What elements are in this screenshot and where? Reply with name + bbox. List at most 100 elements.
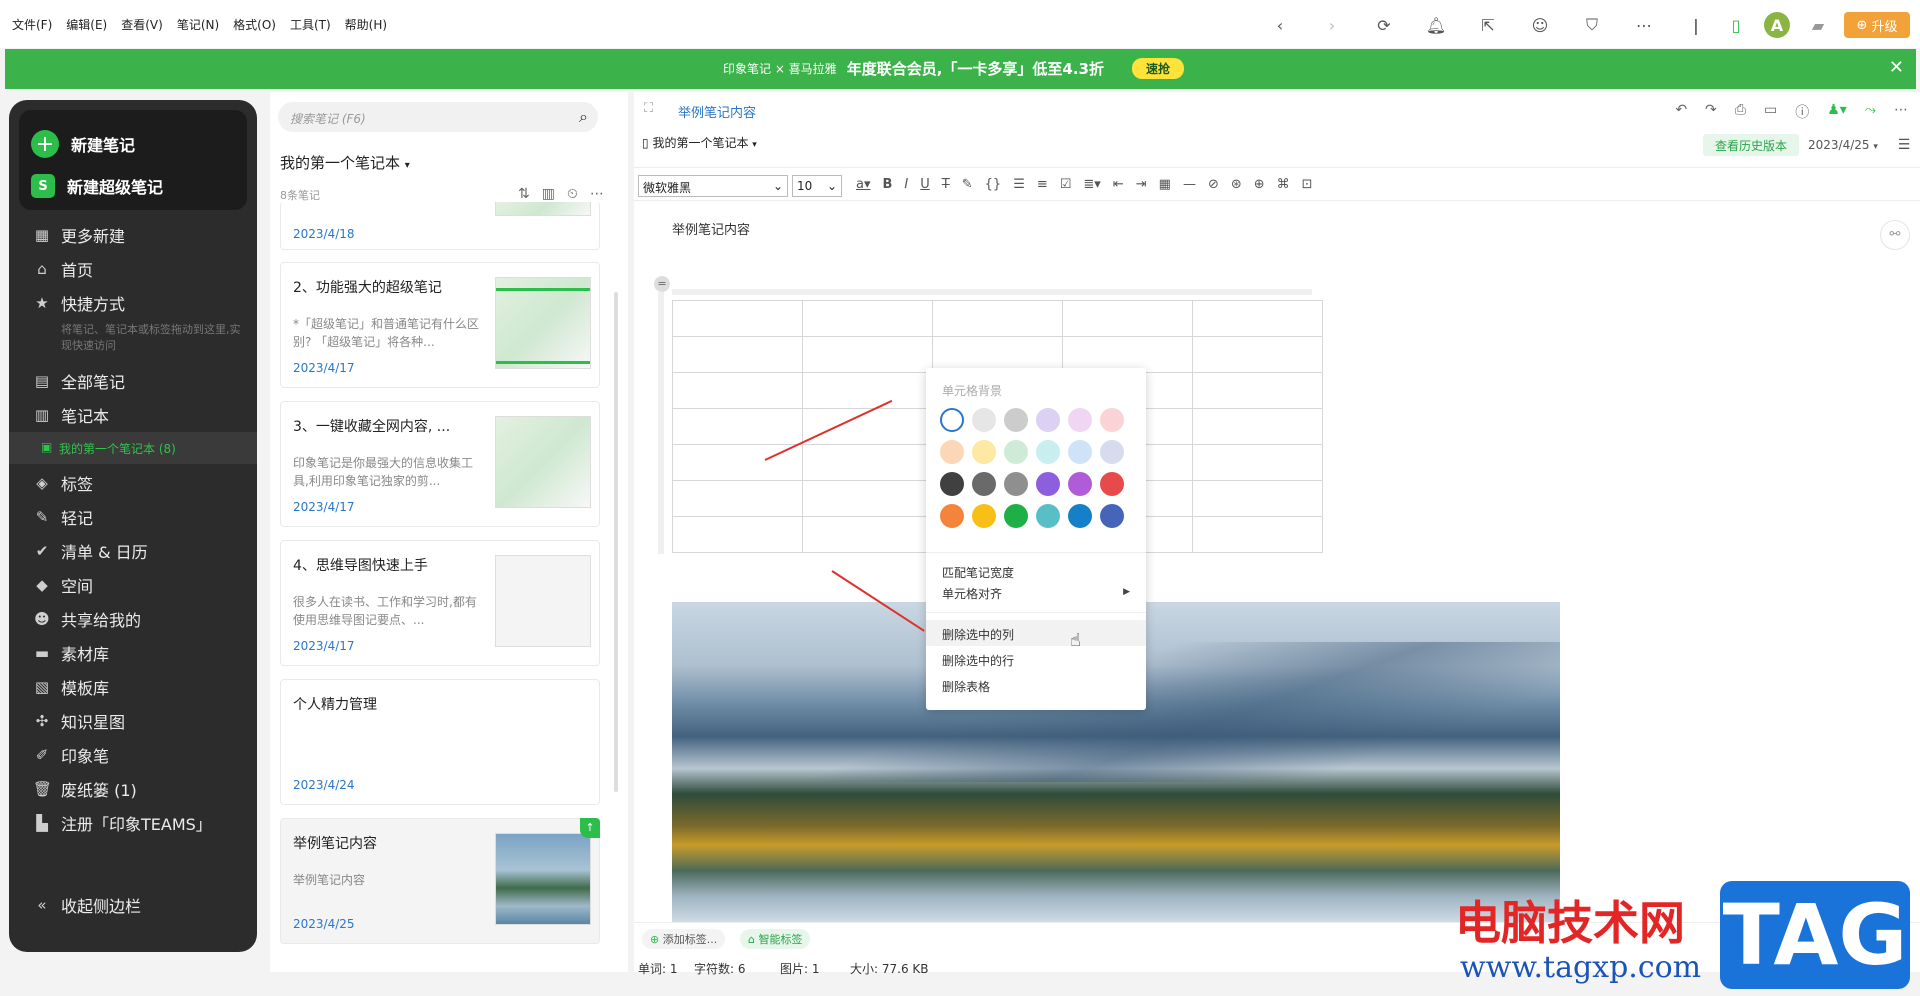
sidebar-item-knowledge-graph[interactable]: ✣ 知识星图: [33, 708, 125, 734]
color-swatch[interactable]: [1100, 504, 1124, 528]
link-icon[interactable]: ⊕: [1254, 177, 1265, 192]
table-icon[interactable]: ▦: [1159, 177, 1171, 192]
sort-icon[interactable]: ⇅: [518, 186, 530, 202]
bullet-list-icon[interactable]: ☰: [1013, 177, 1025, 192]
search-input[interactable]: 搜索笔记 (F6) ⌕: [278, 102, 598, 132]
table-cell[interactable]: [802, 300, 933, 337]
menu-help[interactable]: 帮助(H): [345, 16, 387, 33]
color-swatch[interactable]: [1100, 472, 1124, 496]
sidebar-item-pen[interactable]: ✐ 印象笔: [33, 742, 109, 768]
table-cell[interactable]: [1192, 444, 1323, 481]
lock-icon[interactable]: ⊡: [1302, 177, 1313, 192]
bold-icon[interactable]: B: [883, 177, 893, 192]
editor-note-title[interactable]: 举例笔记内容: [678, 102, 756, 121]
align-icon[interactable]: ≣▾: [1083, 177, 1100, 192]
color-swatch[interactable]: [940, 408, 964, 432]
font-color-icon[interactable]: a▾: [856, 177, 871, 192]
sidebar-item-materials[interactable]: ▬ 素材库: [33, 640, 109, 666]
collapse-sidebar-button[interactable]: « 收起侧边栏: [33, 892, 141, 918]
menu-view[interactable]: 查看(V): [121, 16, 163, 33]
table-cell[interactable]: [1192, 408, 1323, 445]
editor-notebook-selector[interactable]: ▯ 我的第一个笔记本 ▾: [642, 134, 757, 151]
smile-icon[interactable]: ☺: [1528, 13, 1552, 37]
smart-tag-button[interactable]: ⌂ 智能标签: [740, 929, 811, 949]
share-exit-icon[interactable]: ⇱: [1476, 13, 1500, 37]
color-swatch[interactable]: [940, 504, 964, 528]
link-side-icon[interactable]: ⚯: [1880, 220, 1910, 250]
info-icon[interactable]: ⓘ: [1795, 102, 1809, 122]
color-swatch[interactable]: [1036, 504, 1060, 528]
color-swatch[interactable]: [1100, 440, 1124, 464]
note-body-text[interactable]: 举例笔记内容: [672, 219, 750, 238]
undo-icon[interactable]: ↶: [1675, 102, 1687, 122]
color-swatch[interactable]: [1004, 440, 1028, 464]
table-cell[interactable]: [802, 516, 933, 553]
table-cell[interactable]: [802, 372, 933, 409]
sidebar-item-active-notebook[interactable]: ▣ 我的第一个笔记本 (8): [9, 432, 257, 464]
list-item[interactable]: 2、功能强大的超级笔记 *「超级笔记」和普通笔记有什么区别? 「超级笔记」将各种…: [280, 262, 600, 388]
color-swatch[interactable]: [972, 504, 996, 528]
sidebar-item-quick-notes[interactable]: ✎ 轻记: [33, 504, 93, 530]
promo-banner[interactable]: 印象笔记 × 喜马拉雅 年度联合会员,「一卡多享」低至4.3折 速抢 ✕: [5, 49, 1916, 89]
avatar[interactable]: A: [1764, 12, 1790, 38]
table-cell[interactable]: [802, 336, 933, 373]
present-icon[interactable]: ▭: [1764, 102, 1777, 122]
table-row-bar[interactable]: [658, 292, 664, 554]
sidebar-item-templates[interactable]: ▧ 模板库: [33, 674, 109, 700]
sidebar-item-teams[interactable]: ▙ 注册「印象TEAMS」: [33, 810, 212, 836]
table-cell[interactable]: [672, 336, 803, 373]
delete-table-item[interactable]: 删除表格: [942, 678, 990, 695]
upgrade-button[interactable]: ⊕ 升级: [1844, 12, 1910, 38]
book-icon[interactable]: ▰: [1806, 13, 1830, 37]
menu-note[interactable]: 笔记(N): [177, 16, 219, 33]
list-scrollbar[interactable]: [614, 292, 618, 792]
list-item-selected[interactable]: 举例笔记内容 举例笔记内容 2023/4/25 ↑: [280, 818, 600, 944]
sidebar-item-tasks-calendar[interactable]: ✔ 清单 & 日历: [33, 538, 148, 564]
forward-icon[interactable]: ›: [1320, 13, 1344, 37]
table-cell[interactable]: [1192, 480, 1323, 517]
list-icon[interactable]: ☰: [1898, 137, 1911, 153]
phone-icon[interactable]: ▯: [1724, 13, 1748, 37]
add-tag-button[interactable]: ⊕ 添加标签...: [642, 929, 726, 949]
color-swatch[interactable]: [972, 440, 996, 464]
table-cell[interactable]: [1062, 300, 1193, 337]
table-cell[interactable]: [802, 408, 933, 445]
reminder-icon[interactable]: ⏲: [567, 186, 578, 202]
numbered-list-icon[interactable]: ≡: [1037, 177, 1048, 192]
color-swatch[interactable]: [1036, 440, 1060, 464]
match-width-item[interactable]: 匹配笔记宽度: [942, 564, 1014, 581]
sidebar-item-shared[interactable]: ☻ 共享给我的: [33, 606, 141, 632]
history-button[interactable]: 查看历史版本: [1703, 134, 1800, 156]
list-item[interactable]: 4、思维导图快速上手 很多人在读书、工作和学习时,都有使用思维导图记要点、...…: [280, 540, 600, 666]
color-swatch[interactable]: [972, 472, 996, 496]
table-cell[interactable]: [1192, 372, 1323, 409]
indent-icon[interactable]: ⇥: [1136, 177, 1147, 192]
table-cell[interactable]: [672, 372, 803, 409]
table-cell[interactable]: [672, 480, 803, 517]
highlight-icon[interactable]: ✎: [962, 177, 973, 192]
sidebar-item-trash[interactable]: 🗑︎ 废纸篓 (1): [33, 776, 137, 802]
view-toggle-icon[interactable]: ▥: [542, 186, 555, 202]
sidebar-item-home[interactable]: ⌂ 首页: [33, 256, 93, 282]
divider-line-icon[interactable]: —: [1183, 177, 1196, 192]
expand-icon[interactable]: ⛶: [644, 101, 653, 116]
table-cell[interactable]: [802, 444, 933, 481]
color-swatch[interactable]: [1036, 408, 1060, 432]
new-super-note-button[interactable]: S 新建超级笔记: [31, 174, 163, 198]
color-swatch[interactable]: [1068, 472, 1092, 496]
attachment-icon[interactable]: ⊘: [1208, 177, 1219, 192]
menu-tools[interactable]: 工具(T): [290, 16, 331, 33]
table-cell[interactable]: [1192, 516, 1323, 553]
table-cell[interactable]: [672, 408, 803, 445]
banner-close-icon[interactable]: ✕: [1889, 57, 1904, 78]
outdent-icon[interactable]: ⇤: [1113, 177, 1124, 192]
color-swatch[interactable]: [1004, 472, 1028, 496]
cell-align-item[interactable]: 单元格对齐: [942, 585, 1002, 602]
more-icon[interactable]: ⋯: [1894, 102, 1908, 122]
banner-cta-button[interactable]: 速抢: [1131, 58, 1184, 79]
menu-file[interactable]: 文件(F): [12, 16, 52, 33]
search-icon[interactable]: ⌕: [579, 107, 588, 127]
table-column-bar[interactable]: [672, 289, 1312, 295]
color-swatch[interactable]: [972, 408, 996, 432]
table-select-all-icon[interactable]: =: [654, 276, 670, 292]
